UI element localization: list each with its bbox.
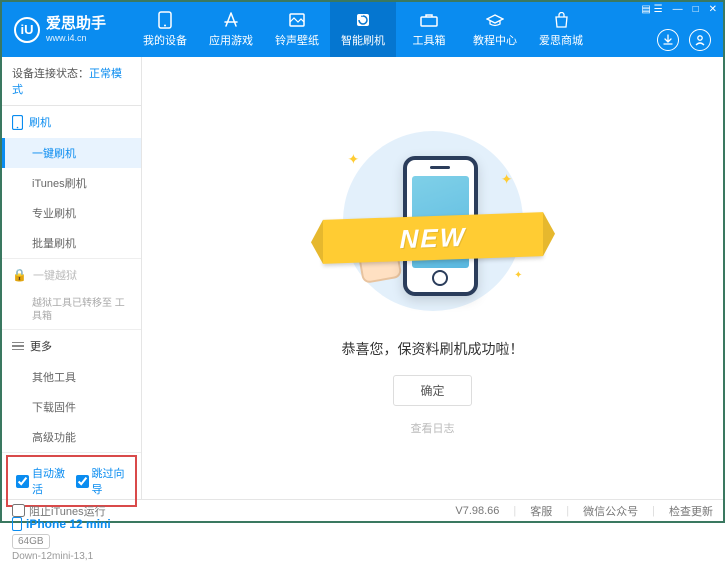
logo-area: iU 爱思助手 www.i4.cn [2, 16, 132, 43]
user-icon [694, 34, 706, 46]
close-icon[interactable]: ✕ [707, 4, 719, 15]
hamburger-icon [12, 340, 24, 353]
sidebar-item-batch-flash[interactable]: 批量刷机 [2, 228, 141, 258]
device-name: iPhone 12 mini [12, 517, 131, 531]
app-logo-icon: iU [14, 17, 40, 43]
nav-toolbox[interactable]: 工具箱 [396, 2, 462, 57]
sidebar-item-download-firmware[interactable]: 下载固件 [2, 392, 141, 422]
sidebar-item-advanced[interactable]: 高级功能 [2, 422, 141, 452]
support-link[interactable]: 客服 [530, 503, 552, 519]
new-ribbon: NEW [323, 212, 543, 264]
maximize-icon[interactable]: □ [691, 4, 701, 15]
nav-store[interactable]: 爱思商城 [528, 2, 594, 57]
phone-icon [156, 11, 174, 29]
nav-apps-games[interactable]: 应用游戏 [198, 2, 264, 57]
version-label: V7.98.66 [455, 505, 499, 517]
user-button[interactable] [689, 29, 711, 51]
device-phone-icon [12, 517, 22, 531]
connection-status: 设备连接状态：正常模式 [2, 57, 141, 106]
check-update-link[interactable]: 检查更新 [669, 503, 713, 519]
flash-icon [354, 11, 372, 29]
device-model: Down-12mini-13,1 [12, 551, 131, 562]
app-url: www.i4.cn [46, 33, 106, 43]
phone-icon [12, 115, 23, 130]
app-header: iU 爱思助手 www.i4.cn 我的设备 应用游戏 铃声壁纸 智能刷机 工具… [2, 2, 723, 57]
main-content: ✦ ✦ ✦ NEW 恭喜您，保资料刷机成功啦！ 确定 查看日志 [142, 57, 723, 499]
nav-tutorials[interactable]: 教程中心 [462, 2, 528, 57]
nav-ringtones[interactable]: 铃声壁纸 [264, 2, 330, 57]
sidebar: 设备连接状态：正常模式 刷机 一键刷机 iTunes刷机 专业刷机 批量刷机 🔒… [2, 57, 142, 499]
window-menu-icon[interactable]: ▤ ☰ [639, 4, 664, 15]
checkbox-highlight: 自动激活 跳过向导 [6, 455, 137, 507]
sidebar-item-oneclick-flash[interactable]: 一键刷机 [2, 138, 141, 168]
block-itunes-checkbox[interactable]: 阻止iTunes运行 [12, 503, 106, 519]
sparkle-icon: ✦ [348, 151, 360, 168]
app-name: 爱思助手 [46, 16, 106, 33]
sidebar-item-pro-flash[interactable]: 专业刷机 [2, 198, 141, 228]
minimize-icon[interactable]: — [671, 4, 685, 15]
nav-smart-flash[interactable]: 智能刷机 [330, 2, 396, 57]
sparkle-icon: ✦ [514, 270, 522, 281]
success-illustration: ✦ ✦ ✦ NEW [333, 121, 533, 321]
lock-icon: 🔒 [12, 268, 27, 282]
window-controls: ▤ ☰ — □ ✕ [639, 4, 719, 15]
auto-activate-checkbox[interactable]: 自动激活 [16, 465, 68, 497]
graduation-icon [486, 11, 504, 29]
ok-button[interactable]: 确定 [393, 375, 471, 406]
skip-guide-checkbox[interactable]: 跳过向导 [76, 465, 128, 497]
view-log-link[interactable]: 查看日志 [411, 420, 455, 436]
bag-icon [552, 11, 570, 29]
toolbox-icon [420, 11, 438, 29]
wechat-link[interactable]: 微信公众号 [583, 503, 638, 519]
success-message: 恭喜您，保资料刷机成功啦！ [342, 339, 524, 359]
nav-my-device[interactable]: 我的设备 [132, 2, 198, 57]
nav-tabs: 我的设备 应用游戏 铃声壁纸 智能刷机 工具箱 教程中心 爱思商城 [132, 2, 723, 57]
sidebar-section-more[interactable]: 更多 [2, 330, 141, 362]
device-storage: 64GB [12, 534, 50, 549]
sidebar-item-other-tools[interactable]: 其他工具 [2, 362, 141, 392]
sparkle-icon: ✦ [501, 171, 513, 188]
download-icon [662, 34, 674, 46]
sidebar-item-itunes-flash[interactable]: iTunes刷机 [2, 168, 141, 198]
jailbreak-note: 越狱工具已转移至 工具箱 [2, 291, 141, 329]
appstore-icon [222, 11, 240, 29]
download-button[interactable] [657, 29, 679, 51]
sidebar-section-flash[interactable]: 刷机 [2, 106, 141, 138]
sidebar-section-jailbreak: 🔒 一键越狱 [2, 259, 141, 291]
wallpaper-icon [288, 11, 306, 29]
